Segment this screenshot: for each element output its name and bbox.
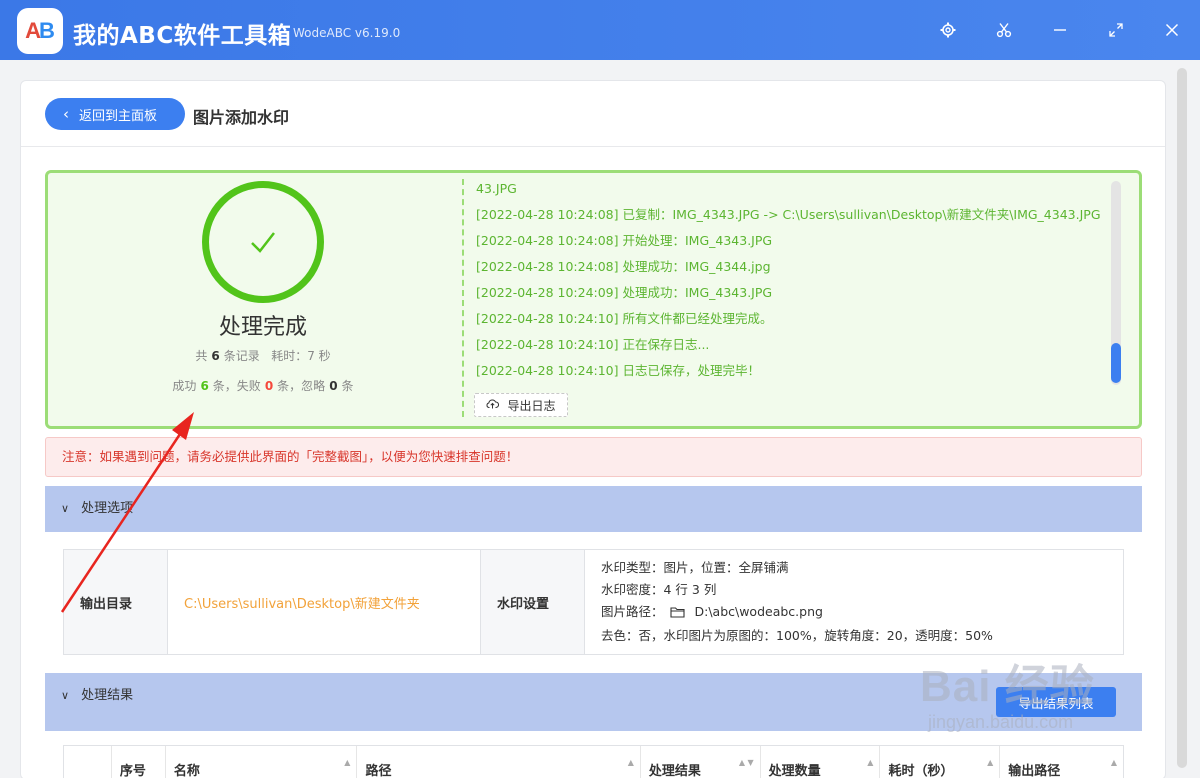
export-results-button[interactable]: 导出结果列表 (996, 687, 1116, 717)
scissors-icon[interactable] (992, 18, 1016, 42)
result-panel: 处理完成 共 6 条记录 耗时：7 秒 成功 6 条，失败 0 条，忽略 0 条 43.JPG … (45, 170, 1142, 429)
log-line: [2022-04-28 10:24:08] 已复制：IMG_4343.JPG -… (476, 207, 1101, 222)
setting-line: 水印类型：图片，位置：全屏铺满 (601, 560, 789, 575)
gear-icon[interactable] (936, 18, 960, 42)
setting-line: 水印密度：4 行 3 列 (601, 582, 717, 597)
sort-icon: ▲ (1110, 758, 1117, 767)
log-line: [2022-04-28 10:24:10] 所有文件都已经处理完成。 (476, 311, 773, 326)
log-line: [2022-04-28 10:24:08] 处理成功：IMG_4344.jpg (476, 259, 771, 274)
page-header: ‹ 返回到主面板 图片添加水印 (21, 81, 1165, 147)
column-select[interactable] (64, 746, 112, 778)
title-bar: AB 我的ABC软件工具箱 WodeABC v6.19.0 (0, 0, 1200, 60)
close-icon[interactable] (1160, 18, 1184, 42)
total-count: 6 (211, 349, 220, 363)
export-log-button[interactable]: 导出日志 (474, 393, 568, 417)
chevron-down-icon: ∨ (61, 689, 70, 702)
column-result[interactable]: 处理结果 ▲ ▼ (641, 746, 761, 778)
log-scrollbar[interactable] (1111, 181, 1121, 385)
log-output[interactable]: 43.JPG [2022-04-28 10:24:08] 已复制：IMG_434… (462, 179, 1109, 417)
back-to-dashboard-button[interactable]: ‹ 返回到主面板 (45, 98, 185, 130)
status-text: 处理完成 (218, 315, 307, 340)
back-button-label: 返回到主面板 (79, 108, 158, 124)
summary-line: 共 6 条记录 耗时：7 秒 (195, 349, 331, 363)
options-table: 输出目录 C:\Users\sullivan\Desktop\新建文件夹 水印设… (63, 549, 1124, 655)
sort-icon: ▲ (627, 758, 634, 767)
sort-icon: ▲ (867, 758, 874, 767)
sort-icon: ▲ (344, 758, 351, 767)
log-scrollbar-thumb[interactable] (1111, 343, 1121, 383)
app-title: 我的ABC软件工具箱 (73, 23, 292, 49)
folder-icon (669, 603, 685, 625)
app-version: WodeABC v6.19.0 (293, 26, 401, 40)
output-dir-value[interactable]: C:\Users\sullivan\Desktop\新建文件夹 (168, 550, 481, 654)
log-line: [2022-04-28 10:24:10] 日志已保存，处理完毕！ (476, 363, 760, 378)
success-count: 6 (200, 379, 209, 393)
log-line: [2022-04-28 10:24:08] 开始处理：IMG_4343.JPG (476, 233, 773, 248)
minimize-icon[interactable] (1048, 18, 1072, 42)
log-line: 43.JPG (476, 181, 517, 196)
maximize-icon[interactable] (1104, 18, 1128, 42)
app-logo: AB (17, 8, 63, 54)
fail-count: 0 (264, 379, 274, 393)
sort-icon: ▲ ▼ (738, 758, 754, 767)
column-index[interactable]: 序号 (112, 746, 166, 778)
page-title: 图片添加水印 (193, 108, 290, 127)
results-table-header: 序号 名称 ▲ 路径 ▲ 处理结果 ▲ ▼ 处理数量 ▲ 耗时（秒） ▲ 输出路径 ▲ (63, 745, 1124, 778)
section-title: 处理结果 (81, 688, 134, 703)
column-output-path[interactable]: 输出路径 ▲ (1000, 746, 1123, 778)
counts-line: 成功 6 条，失败 0 条，忽略 0 条 (172, 379, 354, 393)
page-scrollbar[interactable] (1175, 68, 1189, 768)
column-path[interactable]: 路径 ▲ (357, 746, 641, 778)
page-scrollbar-thumb[interactable] (1177, 68, 1187, 768)
column-count[interactable]: 处理数量 ▲ (761, 746, 881, 778)
success-check-icon (202, 181, 324, 303)
section-header-options[interactable]: ∨ 处理选项 (45, 486, 1142, 532)
ignore-count: 0 (329, 379, 338, 393)
export-log-label: 导出日志 (507, 398, 556, 413)
section-header-results[interactable]: ∨ 处理结果 (45, 673, 1142, 731)
watermark-settings-label: 水印设置 (481, 550, 585, 654)
chevron-down-icon: ∨ (61, 502, 70, 515)
sort-icon: ▲ (987, 758, 994, 767)
column-time[interactable]: 耗时（秒） ▲ (880, 746, 1001, 778)
watermark-settings: 水印类型：图片，位置：全屏铺满 水印密度：4 行 3 列 图片路径： D:\ab… (585, 550, 1123, 654)
log-line: [2022-04-28 10:24:09] 处理成功：IMG_4343.JPG (476, 285, 773, 300)
setting-line: 图片路径： D:\abc\wodeabc.png (601, 601, 823, 625)
notice-banner: 注意：如果遇到问题，请务必提供此界面的「完整截图」，以便为您快速排查问题！ (45, 437, 1142, 477)
output-dir-label: 输出目录 (64, 550, 168, 654)
elapsed-time: 耗时：7 秒 (271, 349, 331, 363)
main-card: ‹ 返回到主面板 图片添加水印 处理完成 共 6 条记录 耗时：7 秒 成功 6 条，失… (20, 80, 1166, 778)
log-line: [2022-04-28 10:24:10] 正在保存日志... (476, 337, 710, 352)
cloud-upload-icon (486, 398, 500, 412)
section-title: 处理选项 (81, 501, 134, 516)
setting-line: 去色：否，水印图片为原图的：100%，旋转角度：20，透明度：50% (601, 628, 993, 643)
image-path[interactable]: D:\abc\wodeabc.png (694, 604, 822, 619)
chevron-left-icon: ‹ (63, 105, 69, 123)
column-name[interactable]: 名称 ▲ (166, 746, 358, 778)
